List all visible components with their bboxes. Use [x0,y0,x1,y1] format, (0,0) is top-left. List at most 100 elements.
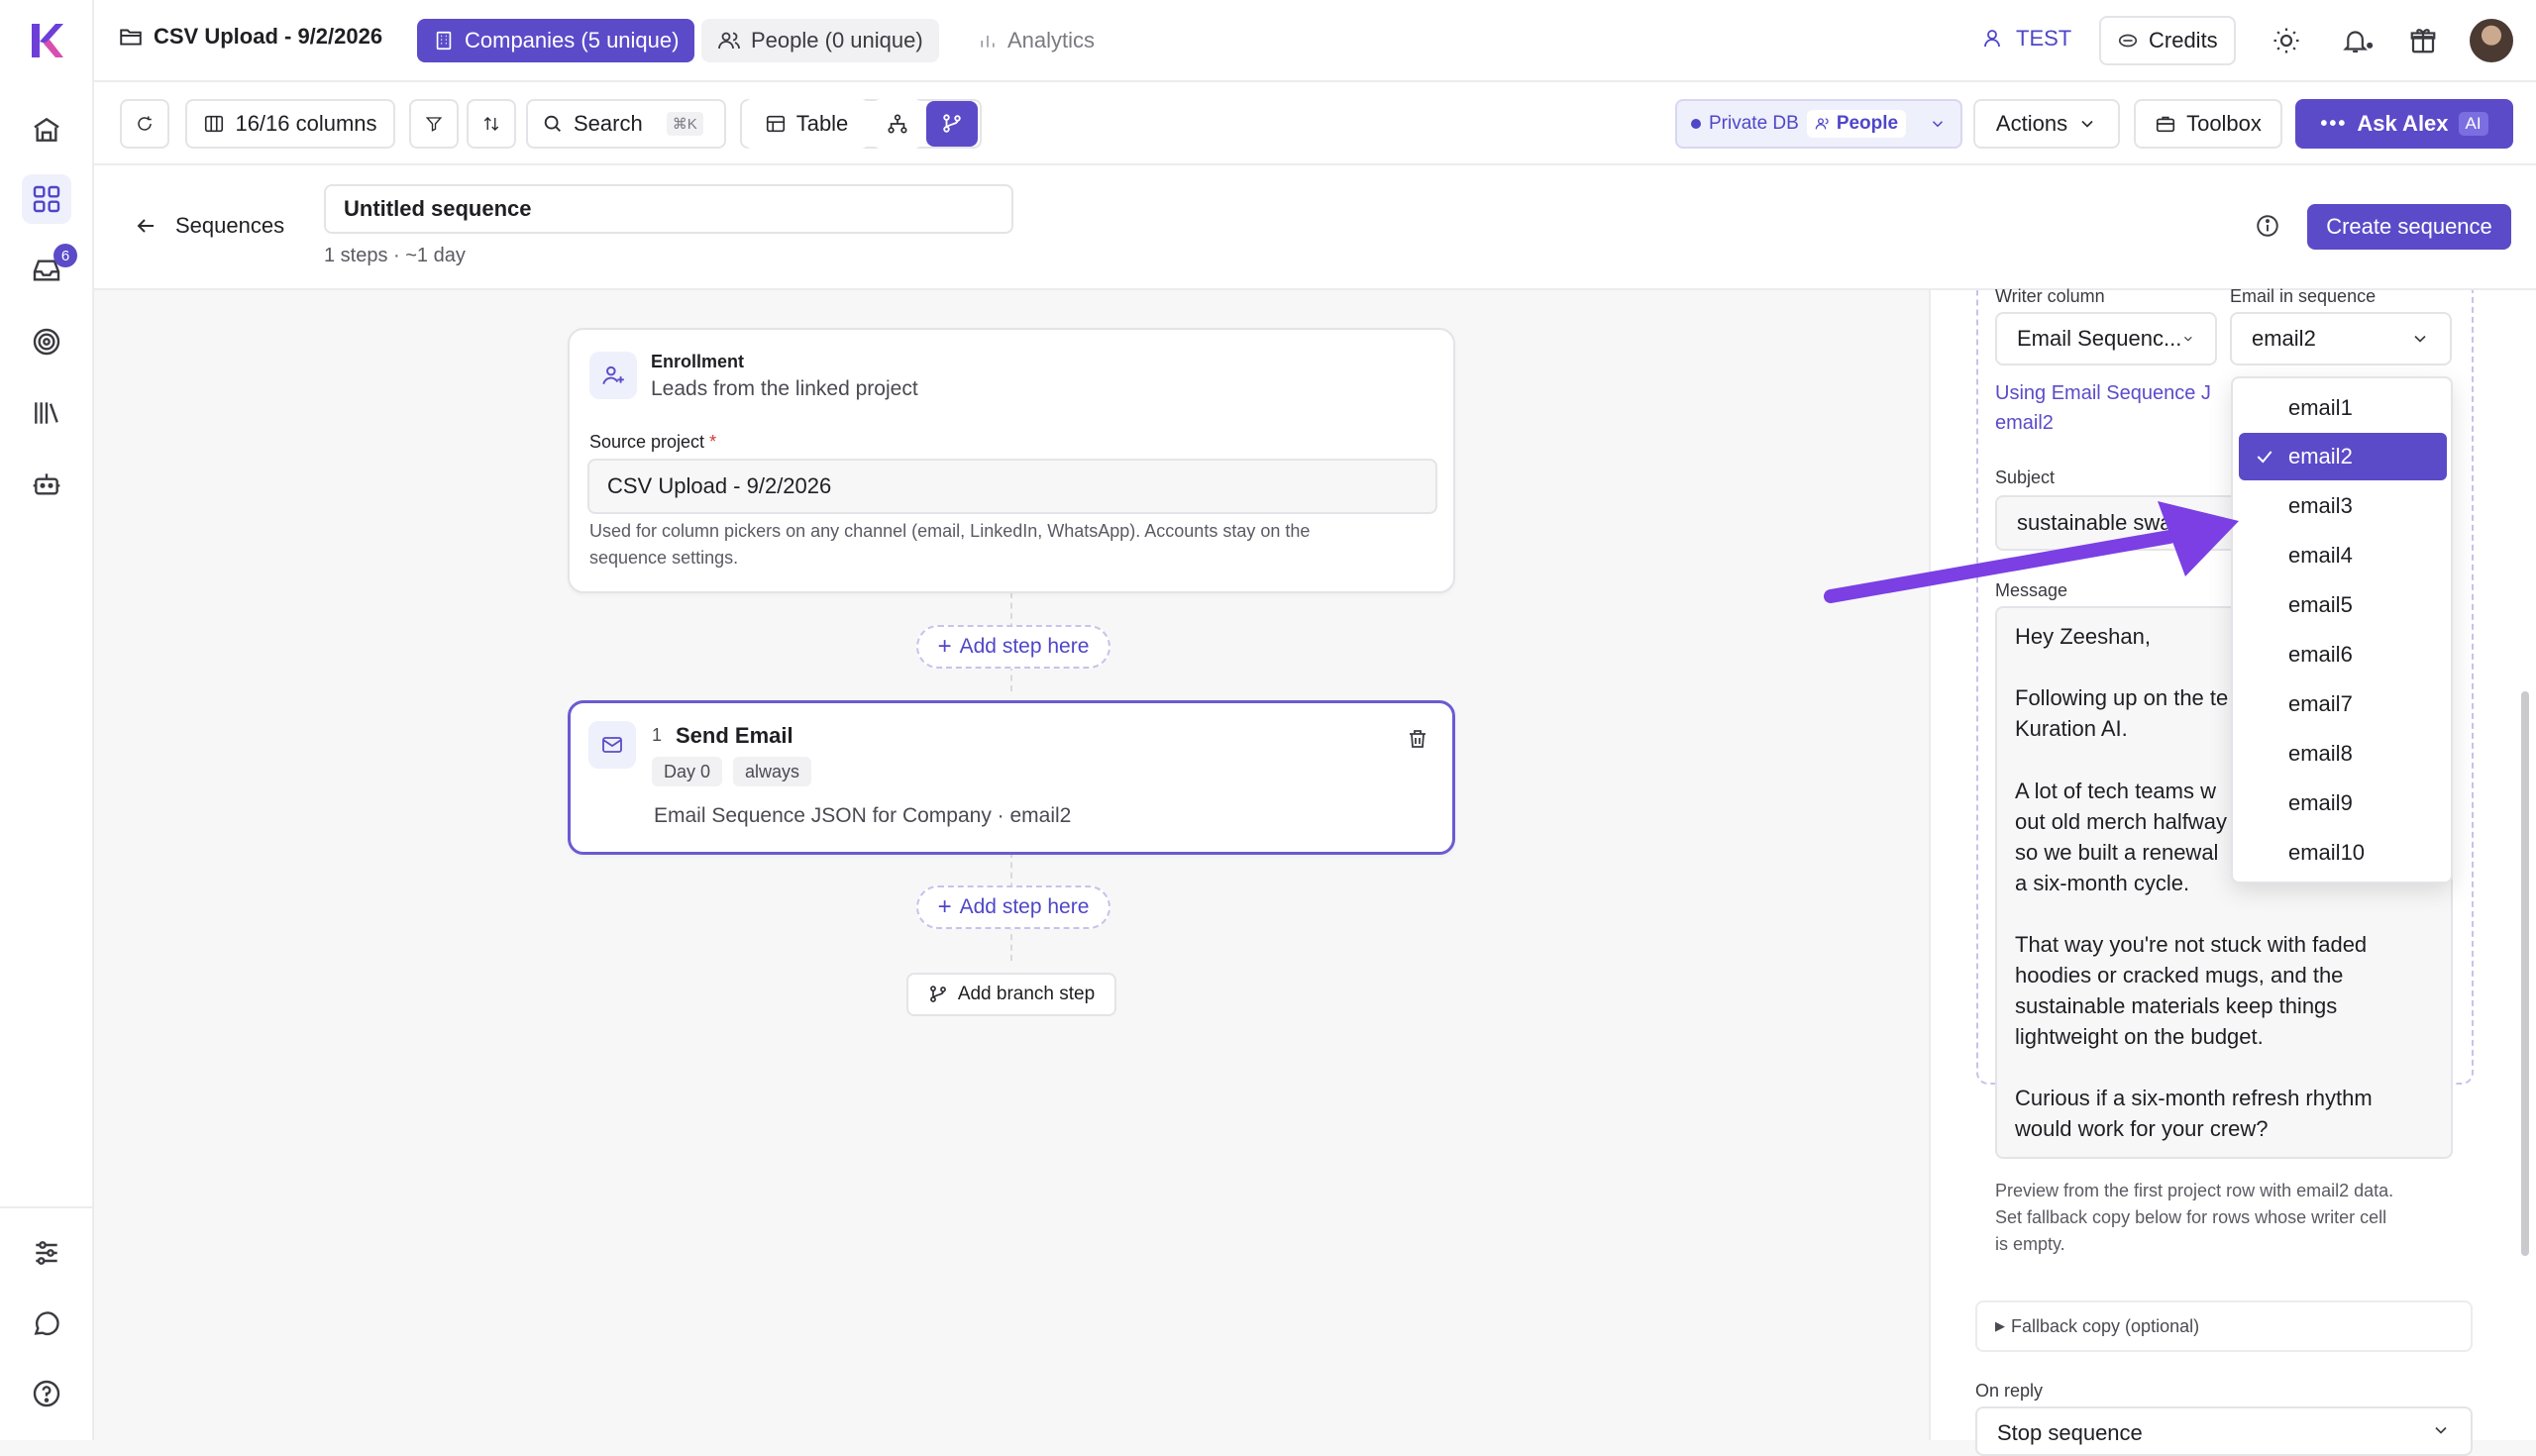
theme-toggle-icon[interactable] [2272,26,2301,55]
source-project-select[interactable]: CSV Upload - 9/2/2026 [587,459,1437,514]
workspace-name: TEST [2016,26,2072,51]
left-rail: 6 [0,0,94,1440]
top-bar: CSV Upload - 9/2/2026 Companies (5 uniqu… [94,0,2536,82]
source-help-line-1: Used for column pickers on any channel (… [589,521,1311,541]
chevron-down-icon [2184,336,2192,342]
plus-icon: + [937,893,952,920]
tab-people[interactable]: People (0 unique) [701,19,939,62]
message-line: lightweight on the budget. [2015,1024,2264,1049]
filter-button[interactable] [409,99,459,149]
dropdown-option[interactable]: email1 [2239,384,2447,432]
folder-icon [120,29,142,46]
grid-icon[interactable] [22,174,71,224]
toolbox-button[interactable]: Toolbox [2134,99,2282,149]
source-project-label: Source project * [589,432,716,453]
sort-button[interactable] [467,99,516,149]
on-reply-select[interactable]: Stop sequence [1975,1406,2473,1456]
writer-column-select[interactable]: Email Sequenc... [1995,312,2217,365]
tab-people-label: People (0 unique) [751,28,923,52]
using-column-note-2: email2 [1995,412,2054,434]
private-db-switcher[interactable]: Private DB People [1675,99,1962,149]
view-org-button[interactable] [873,99,922,149]
tab-analytics-label: Analytics [1007,28,1096,52]
info-icon[interactable] [2255,213,2280,239]
home-icon[interactable] [22,105,71,155]
gift-icon[interactable] [2408,26,2438,55]
credits-button[interactable]: Credits [2099,16,2236,65]
enrollment-card[interactable]: Enrollment Leads from the linked project… [568,328,1455,593]
preview-note-1: Preview from the first project row with … [1995,1181,2394,1200]
dropdown-option[interactable]: email6 [2239,631,2447,678]
sliders-icon[interactable] [22,1228,71,1278]
search-button[interactable]: Search ⌘K [526,99,726,149]
help-icon[interactable] [22,1369,71,1418]
create-sequence-button[interactable]: Create sequence [2307,204,2511,250]
project-title[interactable]: CSV Upload - 9/2/2026 [118,24,382,50]
org-chart-icon [888,114,907,134]
refresh-icon [138,116,152,131]
message-line: Curious if a six-month refresh rhythm [2015,1086,2373,1110]
avatar[interactable] [2470,19,2513,62]
chevron-down-icon [2414,335,2426,343]
search-icon [544,115,561,132]
bar-chart-icon [981,36,995,48]
create-sequence-label: Create sequence [2326,214,2492,239]
required-mark: * [709,432,717,452]
target-icon[interactable] [22,317,71,366]
coin-icon [2118,34,2138,48]
dropdown-option-selected[interactable]: email2 [2239,433,2447,480]
dropdown-option[interactable]: email9 [2239,780,2447,827]
ask-alex-label: Ask Alex [2357,111,2449,136]
view-table-button[interactable]: Table [744,99,869,149]
dots-icon: ••• [2320,112,2348,135]
bot-icon[interactable] [22,460,71,509]
user-icon [1984,30,2000,48]
arrow-left-icon [137,219,154,233]
chat-icon[interactable] [22,1300,71,1349]
dropdown-option[interactable]: email7 [2239,680,2447,728]
panel-scrollbar[interactable] [2521,691,2529,1256]
workspace-switcher[interactable]: TEST [1982,26,2071,52]
email-in-sequence-select[interactable]: email2 [2230,312,2452,365]
tab-analytics[interactable]: Analytics [962,19,1110,62]
fallback-copy-toggle[interactable]: ▶ Fallback copy (optional) [1975,1300,2473,1352]
add-branch-label: Add branch step [957,984,1096,1004]
dropdown-option[interactable]: email10 [2239,829,2447,877]
add-step-button[interactable]: + Add step here [916,885,1110,929]
dropdown-option[interactable]: email5 [2239,581,2447,629]
actions-button[interactable]: Actions [1973,99,2120,149]
option-label: email5 [2288,592,2353,617]
actions-label: Actions [1995,111,2068,136]
enrollment-icon [589,352,637,399]
chevron-down-icon [1932,121,1944,128]
dropdown-option[interactable]: email8 [2239,730,2447,778]
mail-icon [588,721,636,769]
notification-bell-icon[interactable] [2341,26,2375,55]
sequence-canvas: Enrollment Leads from the linked project… [94,290,1929,1440]
tab-companies[interactable]: Companies (5 unique) [417,19,695,62]
table-icon [766,115,785,133]
ask-alex-button[interactable]: ••• Ask Alex AI [2295,99,2513,149]
branch-icon [943,114,961,133]
message-line: a six-month cycle. [2015,871,2190,895]
dropdown-option[interactable]: email4 [2239,532,2447,579]
app-logo[interactable] [28,20,67,61]
add-step-button[interactable]: + Add step here [916,625,1110,669]
message-line: hoodies or cracked mugs, and the [2015,963,2344,988]
sort-icon [483,117,499,131]
send-email-card[interactable]: 1 Send Email Day 0 always Email Sequence… [568,700,1455,855]
source-project-label-text: Source project [589,432,705,452]
add-branch-button[interactable]: Add branch step [906,973,1116,1016]
columns-button[interactable]: 16/16 columns [185,99,395,149]
view-sequence-button[interactable] [926,101,978,147]
back-to-sequences[interactable]: Sequences [134,213,284,239]
ai-badge: AI [2458,112,2488,136]
toolbox-label: Toolbox [2186,111,2262,136]
trash-icon[interactable] [1406,727,1429,751]
dropdown-option[interactable]: email3 [2239,482,2447,530]
refresh-button[interactable] [120,99,169,149]
preview-note-2: Set fallback copy below for rows whose w… [1995,1207,2387,1227]
briefcase-icon [2157,116,2175,133]
library-icon[interactable] [22,388,71,438]
sequence-name-input[interactable]: Untitled sequence [324,184,1013,234]
